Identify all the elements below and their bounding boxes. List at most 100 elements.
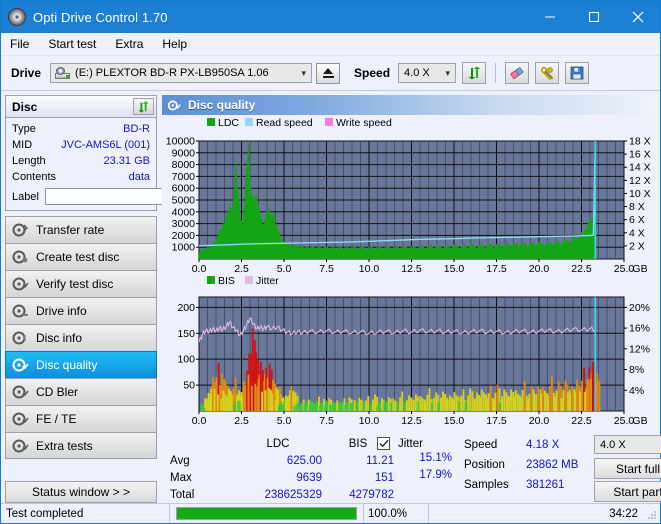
disc-row-mid: MID JVC-AMS6L (001) [12, 137, 150, 153]
sidebar-item-label: Disc quality [36, 358, 98, 372]
refresh-button[interactable] [462, 62, 487, 84]
app-window: Opti Drive Control 1.70 File Start test … [0, 0, 661, 524]
svg-text:8000: 8000 [172, 159, 196, 171]
sidebar-item-create-test-disc[interactable]: Create test disc [5, 243, 157, 270]
stats-max-bis: 151 [374, 471, 394, 484]
sidebar-item-label: Transfer rate [36, 223, 105, 237]
sidebar-item-disc-quality[interactable]: Disc quality [5, 351, 157, 378]
drive-select[interactable]: (E:) PLEXTOR BD-R PX-LB950SA 1.06 ▾ [50, 63, 313, 83]
speed-result-label: Speed [464, 439, 498, 451]
disc-panel-title: Disc [12, 99, 38, 114]
svg-text:8%: 8% [629, 364, 644, 376]
stats-table: LDC BIS Avg 625.00 11.21 Max 9639 151 To… [162, 435, 462, 503]
stats-row: LDC BIS Avg 625.00 11.21 Max 9639 151 To… [162, 431, 661, 503]
test-controls: Speed Position Samples 4.18 X 23862 MB 3… [462, 435, 661, 503]
jitter-checkbox[interactable] [377, 437, 390, 450]
start-full-button[interactable]: Start full [594, 458, 661, 479]
test-speed-select[interactable]: 4.0 X ▾ [594, 435, 661, 454]
minimize-icon[interactable] [528, 1, 572, 33]
window-title: Opti Drive Control 1.70 [33, 9, 168, 25]
sidebar-item-cd-bler[interactable]: CD Bler [5, 378, 157, 405]
menu-item-file[interactable]: File [10, 35, 39, 53]
status-window-button[interactable]: Status window > > [5, 481, 157, 503]
disc-info-panel: Disc Type BD-R MID JVC-AMS6L (001) Lengt… [5, 95, 212, 211]
position-value: 23862 MB [526, 459, 579, 471]
menu-bar: File Start test Extra Help [1, 33, 660, 56]
svg-text:16%: 16% [629, 323, 650, 335]
svg-text:17.5: 17.5 [486, 263, 507, 275]
menu-item-start-test[interactable]: Start test [48, 35, 106, 53]
svg-text:0.0: 0.0 [192, 263, 207, 275]
svg-text:20.0: 20.0 [529, 415, 550, 427]
sidebar-item-drive-info[interactable]: Drive info [5, 297, 157, 324]
ldc-chart[interactable]: LDC Read speed Write speed 1000090008000700… [162, 115, 659, 275]
title-bar: Opti Drive Control 1.70 [1, 1, 660, 33]
refresh-arrows-icon [468, 66, 481, 80]
disc-fete-icon [12, 412, 29, 426]
eject-icon [322, 68, 334, 78]
svg-text:12 X: 12 X [629, 175, 651, 187]
svg-text:12.5: 12.5 [401, 263, 422, 275]
svg-text:4000: 4000 [172, 206, 196, 218]
sidebar-item-extra-tests[interactable]: Extra tests [5, 432, 157, 459]
sidebar-item-disc-info[interactable]: Disc info [5, 324, 157, 351]
right-panel: Disc quality LDC Read speed Write speed 100… [162, 95, 661, 503]
stats-header-ldc: LDC [266, 437, 290, 450]
svg-text:6000: 6000 [172, 183, 196, 195]
status-divider [169, 504, 170, 523]
svg-text:7.5: 7.5 [319, 415, 334, 427]
chevron-down-icon: ▾ [301, 67, 307, 78]
svg-text:GB: GB [632, 415, 647, 427]
disc-refresh-button[interactable] [133, 98, 154, 115]
status-message: Test completed [6, 507, 84, 520]
close-icon[interactable] [616, 1, 660, 33]
svg-text:6 X: 6 X [629, 214, 645, 226]
progress-percent: 100.0% [368, 507, 408, 520]
progress-fill [177, 508, 356, 519]
speed-select[interactable]: 4.0 X ▾ [398, 63, 457, 83]
disc-info-icon [12, 331, 26, 345]
left-panel: Disc Type BD-R MID JVC-AMS6L (001) Lengt… [5, 95, 212, 503]
sidebar-nav: Transfer rate Create test disc Verify te… [5, 216, 157, 459]
main-body: Disc Type BD-R MID JVC-AMS6L (001) Lengt… [1, 91, 661, 503]
sidebar-item-verify-test-disc[interactable]: Verify test disc [5, 270, 157, 297]
svg-text:9000: 9000 [172, 147, 196, 159]
svg-text:7000: 7000 [172, 171, 196, 183]
start-part-button[interactable]: Start part [594, 481, 661, 502]
save-button[interactable] [565, 62, 590, 84]
menu-item-help[interactable]: Help [162, 35, 197, 53]
sidebar-item-label: CD Bler [36, 385, 79, 399]
disc-row-type-key: Type [12, 123, 36, 135]
window-controls [528, 1, 660, 33]
svg-text:12%: 12% [629, 343, 650, 355]
svg-text:100: 100 [177, 354, 195, 366]
svg-text:22.5: 22.5 [571, 263, 592, 275]
disc-row-contents: Contents data [12, 169, 150, 185]
stats-max-jitter: 17.9% [419, 469, 452, 481]
menu-item-extra[interactable]: Extra [115, 35, 153, 53]
svg-text:18 X: 18 X [629, 136, 651, 148]
tools-button[interactable] [535, 62, 560, 84]
svg-text:2 X: 2 X [629, 240, 645, 252]
svg-text:2000: 2000 [172, 230, 196, 242]
sidebar-item-fe-te[interactable]: FE / TE [5, 405, 157, 432]
svg-text:Read speed: Read speed [256, 117, 313, 129]
svg-text:GB: GB [632, 263, 647, 275]
eraser-icon [510, 67, 524, 79]
sidebar-item-transfer-rate[interactable]: Transfer rate [5, 216, 157, 243]
eject-button[interactable] [316, 62, 341, 84]
sidebar-item-label: FE / TE [36, 412, 77, 426]
stats-avg-ldc: 625.00 [286, 454, 322, 467]
bis-chart[interactable]: BIS Jitter 200 150 100 50 20% 16% 12% 8% 4% 0.0 2.5 5… [162, 275, 659, 427]
disc-bler-icon [12, 385, 29, 399]
erase-button[interactable] [505, 62, 530, 84]
svg-text:10.0: 10.0 [359, 263, 380, 275]
disc-row-contents-value: data [128, 171, 150, 183]
maximize-icon[interactable] [572, 1, 616, 33]
progress-bar [176, 507, 357, 520]
svg-text:5000: 5000 [172, 195, 196, 207]
resize-grip-icon[interactable] [647, 510, 657, 520]
disc-row-type-value: BD-R [123, 123, 150, 135]
svg-text:7.5: 7.5 [319, 263, 334, 275]
stats-avg-bis: 11.21 [366, 454, 394, 467]
